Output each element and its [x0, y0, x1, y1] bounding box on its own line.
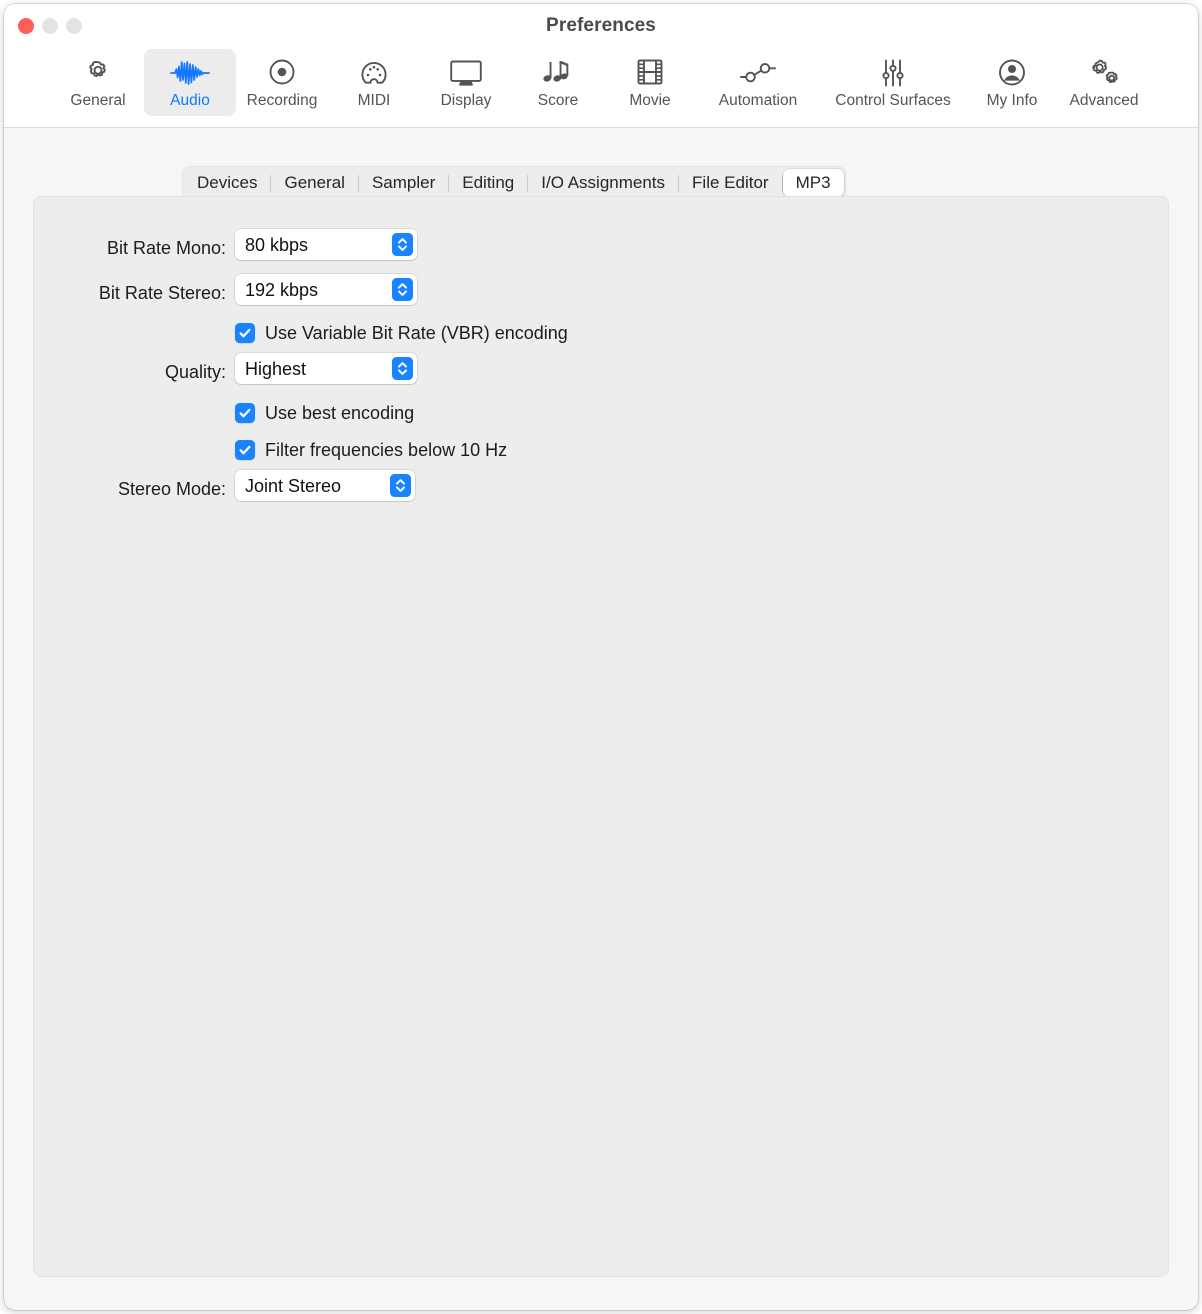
filter-frequencies-checkbox-label: Filter frequencies below 10 Hz — [265, 440, 508, 460]
toolbar-item-midi[interactable]: MIDI — [328, 49, 420, 116]
midi-connector-icon — [359, 56, 389, 89]
toolbar-item-label: Control Surfaces — [835, 92, 951, 109]
gear-icon — [83, 56, 113, 89]
stepper-chevrons-icon[interactable] — [390, 474, 411, 497]
toolbar-item-movie[interactable]: Movie — [604, 49, 696, 116]
toolbar-item-audio[interactable]: Audio — [144, 49, 236, 116]
stereo-mode-popup[interactable]: Joint Stereo — [235, 470, 415, 501]
checkmark-icon[interactable] — [235, 323, 255, 343]
toolbar-item-label: My Info — [986, 92, 1038, 109]
preferences-tab-bar: Devices General Sampler Editing I/O Assi… — [182, 166, 846, 200]
quality-label: Quality: — [164, 362, 226, 382]
quality-popup[interactable]: Highest — [235, 353, 417, 384]
tab-mp3[interactable]: MP3 — [782, 169, 844, 197]
filter-frequencies-checkbox-row[interactable]: Filter frequencies below 10 Hz — [235, 440, 507, 460]
toolbar-item-automation[interactable]: Automation — [696, 49, 820, 116]
stereo-mode-value: Joint Stereo — [245, 475, 342, 496]
tab-file-editor[interactable]: File Editor — [679, 169, 782, 197]
toolbar-item-label: Audio — [170, 92, 210, 109]
toolbar-item-label: Score — [537, 92, 579, 109]
bit-rate-stereo-value: 192 kbps — [245, 279, 319, 300]
preferences-window: Preferences General Audio Recording MIDI… — [4, 4, 1198, 1310]
window-title: Preferences — [546, 15, 656, 36]
window-toolbar: Preferences General Audio Recording MIDI… — [4, 4, 1198, 128]
person-circle-icon — [997, 56, 1027, 89]
quality-value: Highest — [245, 358, 307, 379]
toolbar-item-recording[interactable]: Recording — [236, 49, 328, 116]
toolbar-item-display[interactable]: Display — [420, 49, 512, 116]
best-encoding-checkbox-row[interactable]: Use best encoding — [235, 403, 414, 423]
mp3-settings-panel: Bit Rate Mono: 80 kbps Bit Rate Stereo: … — [33, 196, 1169, 1277]
toolbar-item-label: Movie — [629, 92, 671, 109]
toolbar-item-advanced[interactable]: Advanced — [1058, 49, 1150, 116]
bit-rate-mono-popup[interactable]: 80 kbps — [235, 229, 417, 260]
toolbar-item-label: MIDI — [357, 92, 391, 109]
stereo-mode-label: Stereo Mode: — [117, 479, 226, 499]
music-notes-icon — [542, 56, 574, 89]
toolbar-item-my-info[interactable]: My Info — [966, 49, 1058, 116]
tab-general[interactable]: General — [271, 169, 357, 197]
toolbar-item-list: General Audio Recording MIDI Display Sco… — [4, 49, 1198, 116]
bit-rate-mono-value: 80 kbps — [245, 234, 309, 255]
bit-rate-mono-label: Bit Rate Mono: — [106, 238, 226, 258]
bit-rate-stereo-popup[interactable]: 192 kbps — [235, 274, 417, 305]
toolbar-item-label: Automation — [718, 92, 798, 109]
best-encoding-checkbox-label: Use best encoding — [265, 403, 415, 423]
toolbar-item-label: General — [70, 92, 126, 109]
waveform-icon — [170, 56, 210, 89]
automation-nodes-icon — [739, 56, 777, 89]
checkmark-icon[interactable] — [235, 440, 255, 460]
record-circle-icon — [267, 56, 297, 89]
toolbar-item-control-surfaces[interactable]: Control Surfaces — [820, 49, 966, 116]
tab-devices[interactable]: Devices — [184, 169, 270, 197]
monitor-icon — [449, 56, 483, 89]
stepper-chevrons-icon[interactable] — [392, 357, 413, 380]
toolbar-item-label: Recording — [246, 92, 318, 109]
vbr-checkbox-row[interactable]: Use Variable Bit Rate (VBR) encoding — [235, 323, 568, 343]
stepper-chevrons-icon[interactable] — [392, 278, 413, 301]
tab-sampler[interactable]: Sampler — [359, 169, 448, 197]
tab-editing[interactable]: Editing — [449, 169, 527, 197]
checkmark-icon[interactable] — [235, 403, 255, 423]
double-gear-icon — [1087, 56, 1121, 89]
stepper-chevrons-icon[interactable] — [392, 233, 413, 256]
toolbar-item-general[interactable]: General — [52, 49, 144, 116]
tab-io-assignments[interactable]: I/O Assignments — [528, 169, 678, 197]
toolbar-item-label: Display — [440, 92, 492, 109]
toolbar-item-label: Advanced — [1069, 92, 1139, 109]
vbr-checkbox-label: Use Variable Bit Rate (VBR) encoding — [265, 323, 568, 343]
toolbar-item-score[interactable]: Score — [512, 49, 604, 116]
sliders-icon — [878, 56, 908, 89]
film-strip-icon — [636, 56, 664, 89]
bit-rate-stereo-label: Bit Rate Stereo: — [98, 283, 226, 303]
